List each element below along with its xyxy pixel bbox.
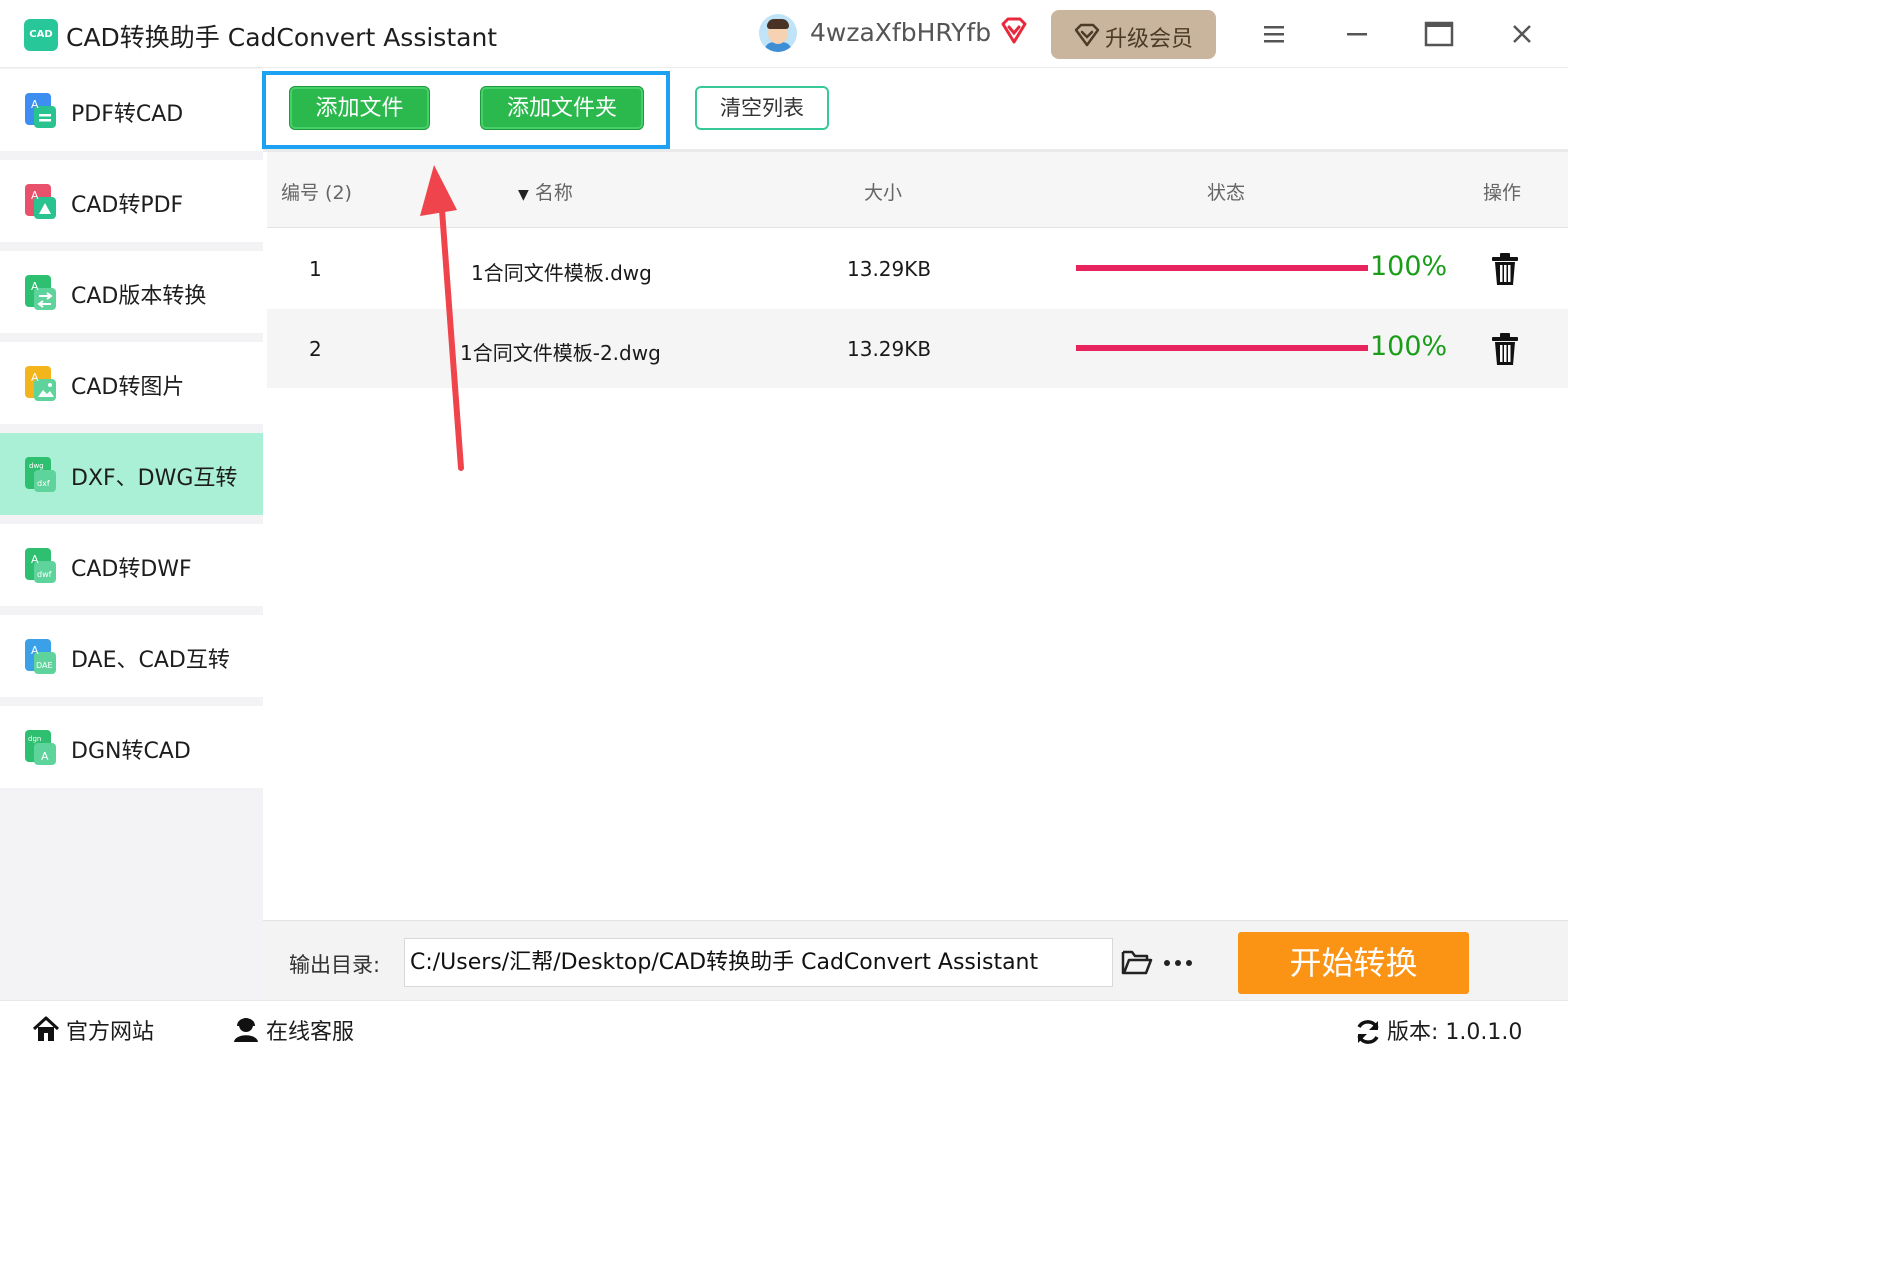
add-file-button[interactable]: 添加文件 xyxy=(289,86,430,130)
column-header-name[interactable]: ▼ 名称 xyxy=(518,178,573,205)
footer: 官方网站 在线客服 版本: 1.0.1.0 xyxy=(0,1000,1568,1056)
app-title: CAD转换助手 CadConvert Assistant xyxy=(66,23,498,52)
upgrade-vip-label: 升级会员 xyxy=(1105,27,1194,52)
column-header-name-label: 名称 xyxy=(534,182,573,204)
dxf-dwg-icon: dwg dxf xyxy=(25,457,56,492)
diamond-icon xyxy=(1074,23,1100,47)
svg-text:dxf: dxf xyxy=(37,479,50,488)
cad-version-icon: A xyxy=(25,275,56,310)
delete-trash-icon[interactable] xyxy=(1490,252,1520,286)
refresh-icon[interactable] xyxy=(1354,1018,1382,1046)
sidebar-item-dxf-dwg[interactable]: dwg dxf DXF、DWG互转 xyxy=(0,433,263,515)
sidebar-item-cad-to-dwf[interactable]: A dwf CAD转DWF xyxy=(0,524,263,606)
sidebar-item-label: CAD转PDF xyxy=(71,193,184,218)
sidebar-item-label: DXF、DWG互转 xyxy=(71,466,238,491)
svg-text:A: A xyxy=(31,553,39,566)
cad-to-pdf-icon: A xyxy=(25,184,56,219)
version-text: 版本: 1.0.1.0 xyxy=(1387,1020,1523,1045)
column-header-size[interactable]: 大小 xyxy=(864,178,902,205)
row-progress-bar xyxy=(1076,265,1368,271)
column-header-status[interactable]: 状态 xyxy=(1207,178,1245,205)
sidebar-item-cad-to-image[interactable]: A CAD转图片 xyxy=(0,342,263,424)
folder-open-icon[interactable] xyxy=(1121,948,1153,976)
home-icon xyxy=(32,1016,60,1041)
sort-down-icon: ▼ xyxy=(518,187,529,203)
dae-cad-icon: A DAE xyxy=(25,639,56,674)
app-window: CAD CAD转换助手 CadConvert Assistant 4wzaXfb… xyxy=(0,0,1568,1056)
row-index: 2 xyxy=(309,337,322,361)
pdf-to-cad-icon: A xyxy=(25,93,56,128)
sidebar-item-label: CAD转图片 xyxy=(71,375,185,400)
sidebar-item-label: CAD转DWF xyxy=(71,557,192,582)
sidebar-item-label: DAE、CAD互转 xyxy=(71,648,230,673)
row-progress-percent: 100% xyxy=(1370,251,1448,282)
svg-text:dgn: dgn xyxy=(28,735,41,743)
upgrade-vip-button[interactable]: 升级会员 xyxy=(1051,10,1216,59)
dgn-to-cad-icon: dgn A xyxy=(25,730,56,765)
close-icon[interactable] xyxy=(1502,14,1542,54)
start-convert-button[interactable]: 开始转换 xyxy=(1238,932,1469,994)
delete-trash-icon[interactable] xyxy=(1490,332,1520,366)
sidebar-item-dgn-to-cad[interactable]: dgn A DGN转CAD xyxy=(0,706,263,788)
app-logo: CAD xyxy=(24,19,58,51)
cad-to-dwf-icon: A dwf xyxy=(25,548,56,583)
minimize-icon[interactable] xyxy=(1337,14,1377,54)
svg-text:A: A xyxy=(41,750,49,763)
annotation-arrow-icon xyxy=(420,165,464,471)
svg-text:A: A xyxy=(31,280,39,293)
svg-text:DAE: DAE xyxy=(36,661,53,670)
output-dir-field[interactable]: C:/Users/汇帮/Desktop/CAD转换助手 CadConvert A… xyxy=(404,938,1113,987)
row-file-name: 1合同文件模板.dwg xyxy=(471,261,652,285)
svg-text:A: A xyxy=(31,98,39,111)
row-index: 1 xyxy=(309,257,322,281)
svg-text:dwf: dwf xyxy=(37,570,52,579)
cad-to-image-icon: A xyxy=(25,366,56,401)
menu-icon[interactable] xyxy=(1254,14,1294,54)
column-header-index[interactable]: 编号 (2) xyxy=(281,178,352,205)
sidebar: A PDF转CAD A CAD转PDF A CAD版本转换 A CAD转图片 d… xyxy=(0,68,263,1000)
online-support-link[interactable]: 在线客服 xyxy=(266,1014,354,1046)
add-folder-button[interactable]: 添加文件夹 xyxy=(480,86,644,130)
customer-service-icon xyxy=(234,1018,258,1042)
sidebar-item-dae-cad[interactable]: A DAE DAE、CAD互转 xyxy=(0,615,263,697)
user-avatar[interactable] xyxy=(759,14,797,52)
sidebar-item-label: DGN转CAD xyxy=(71,739,191,764)
clear-list-button[interactable]: 清空列表 xyxy=(695,86,829,130)
row-file-size: 13.29KB xyxy=(847,257,932,281)
title-bar: CAD CAD转换助手 CadConvert Assistant 4wzaXfb… xyxy=(0,0,1568,68)
row-progress-bar xyxy=(1076,345,1368,351)
more-options-icon[interactable] xyxy=(1163,959,1193,967)
sidebar-item-cad-to-pdf[interactable]: A CAD转PDF xyxy=(0,160,263,242)
sidebar-item-label: CAD版本转换 xyxy=(71,284,207,309)
sidebar-item-label: PDF转CAD xyxy=(71,102,184,127)
output-dir-label: 输出目录: xyxy=(289,953,381,977)
sidebar-item-pdf-to-cad[interactable]: A PDF转CAD xyxy=(0,69,263,151)
vip-diamond-icon xyxy=(1001,17,1027,44)
row-progress-percent: 100% xyxy=(1370,331,1448,362)
row-file-name: 1合同文件模板-2.dwg xyxy=(460,341,661,365)
row-file-size: 13.29KB xyxy=(847,337,932,361)
username[interactable]: 4wzaXfbHRYfb xyxy=(810,18,991,47)
svg-text:dwg: dwg xyxy=(29,462,44,470)
svg-text:A: A xyxy=(31,371,39,384)
maximize-icon[interactable] xyxy=(1419,14,1459,54)
column-header-action: 操作 xyxy=(1483,182,1522,204)
output-bar: 输出目录: C:/Users/汇帮/Desktop/CAD转换助手 CadCon… xyxy=(263,920,1568,1000)
official-website-link[interactable]: 官方网站 xyxy=(66,1014,154,1046)
sidebar-item-cad-version[interactable]: A CAD版本转换 xyxy=(0,251,263,333)
svg-text:A: A xyxy=(31,189,39,202)
svg-text:A: A xyxy=(31,644,39,657)
